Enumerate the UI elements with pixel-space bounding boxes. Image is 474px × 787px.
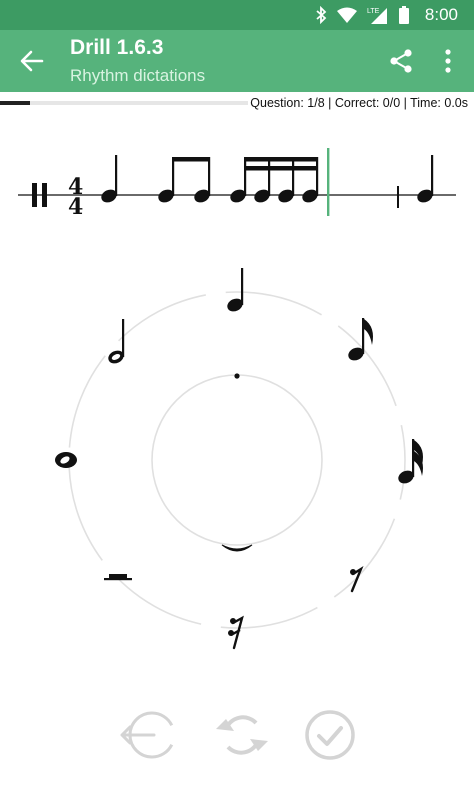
signal-icon: LTE <box>367 8 387 24</box>
time-signature-bottom: 4 <box>68 194 83 220</box>
replay-button[interactable] <box>212 705 272 765</box>
rhythm-input-wheel <box>55 268 423 650</box>
dot-button[interactable] <box>234 373 240 379</box>
half-note-button[interactable] <box>106 319 126 366</box>
rhythm-staff: 4 4 <box>18 148 456 220</box>
eighth-rest-button[interactable] <box>350 566 364 593</box>
progress-fill <box>0 101 30 105</box>
progress-bar <box>0 101 248 105</box>
clock: 8:00 <box>424 5 458 24</box>
sixteenth-note-group <box>230 157 319 203</box>
backspace-button[interactable] <box>116 705 176 765</box>
more-vert-icon[interactable] <box>440 48 456 74</box>
stats-label: Question: 1/8 | Correct: 0/0 | Time: 0.0… <box>250 96 468 110</box>
back-arrow-icon[interactable] <box>18 47 46 75</box>
quarter-note <box>101 155 118 203</box>
app-bar: Drill 1.6.3 Rhythm dictations <box>0 30 474 92</box>
quarter-note <box>417 155 434 203</box>
half-rest-button[interactable] <box>104 574 132 581</box>
status-bar: LTE 8:00 <box>0 0 474 30</box>
inner-ring <box>151 374 323 546</box>
barline <box>397 186 399 208</box>
sixteenth-note-button[interactable] <box>396 439 423 486</box>
page-subtitle: Rhythm dictations <box>70 66 206 85</box>
network-type-label: LTE <box>367 8 380 15</box>
check-button[interactable] <box>300 705 360 765</box>
wifi-icon <box>336 7 357 23</box>
tie-button[interactable] <box>221 544 253 552</box>
input-cursor <box>327 148 330 216</box>
sixteenth-rest-button[interactable] <box>228 615 244 650</box>
battery-icon <box>398 6 409 24</box>
bluetooth-icon <box>316 6 327 24</box>
eighth-note-pair <box>158 157 211 203</box>
share-icon[interactable] <box>388 48 414 74</box>
page-title: Drill 1.6.3 <box>70 36 164 59</box>
quarter-note-button[interactable] <box>225 268 245 314</box>
whole-note-button[interactable] <box>55 452 77 468</box>
